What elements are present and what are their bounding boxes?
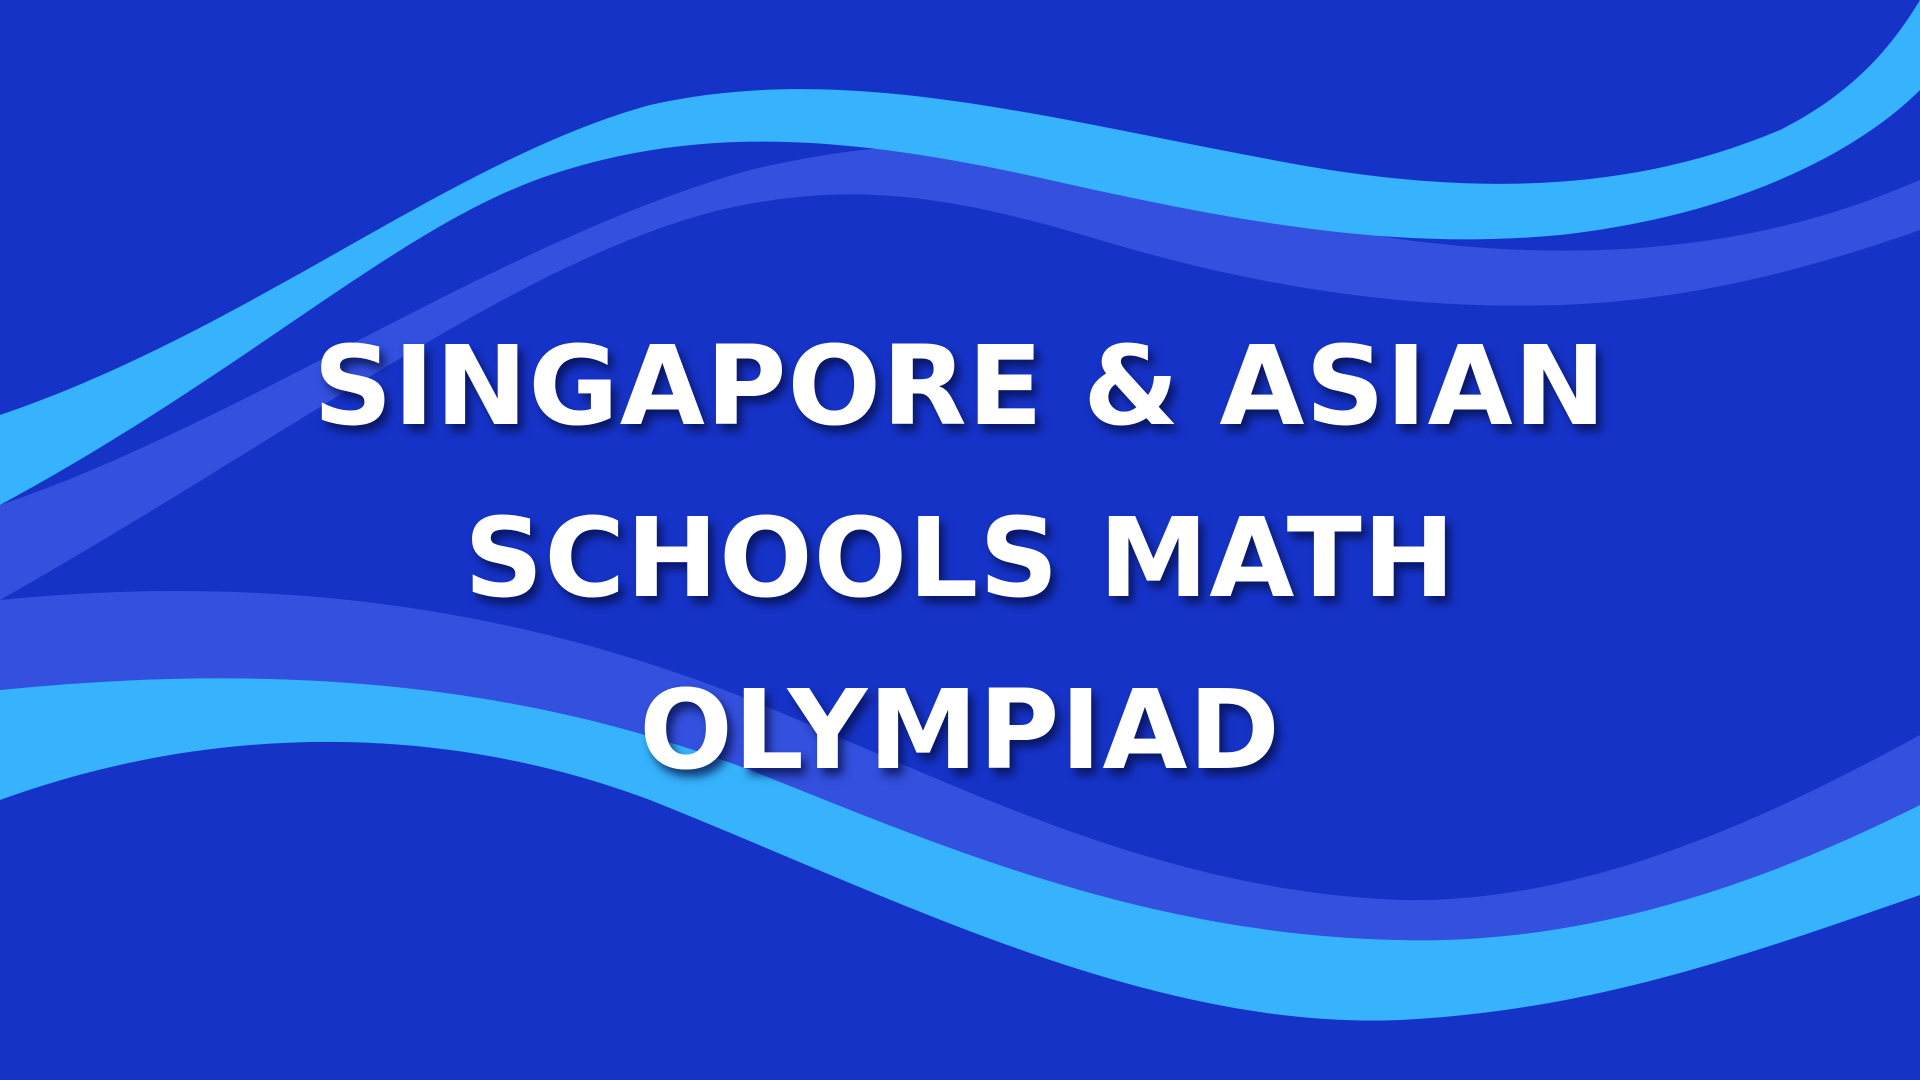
title-line-1: SINGAPORE & ASIAN [313, 322, 1607, 450]
page-title: SINGAPORE & ASIAN SCHOOLS MATH OLYMPIAD [0, 300, 1920, 816]
title-line-2: SCHOOLS MATH [464, 494, 1456, 622]
title-line-3: OLYMPIAD [639, 666, 1281, 794]
